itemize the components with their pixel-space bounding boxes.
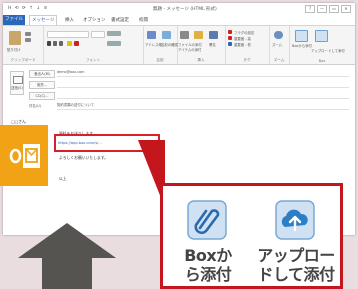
up-arrow-icon: [18, 223, 116, 289]
cloud-upload-icon: [275, 200, 315, 240]
upload-label-line2: ドして添付: [257, 265, 335, 284]
outlook-logo-icon: [0, 125, 48, 186]
upload-attach-callout-label: アップロー ドして添付: [255, 246, 337, 284]
box-attach-label-line2: ら添付: [184, 265, 232, 284]
box-attach-callout-label: Boxか ら添付: [167, 246, 249, 284]
box-attach-label-line1: Boxか: [184, 246, 232, 265]
box-buttons-callout: Boxか ら添付 アップロー ドして添付: [160, 183, 343, 289]
callout-upload-attach-button[interactable]: アップロー ドして添付: [255, 192, 337, 286]
callout-box-attach-button[interactable]: Boxか ら添付: [167, 192, 249, 286]
upload-label-line1: アップロー: [257, 246, 335, 265]
paperclip-icon: [187, 200, 227, 240]
